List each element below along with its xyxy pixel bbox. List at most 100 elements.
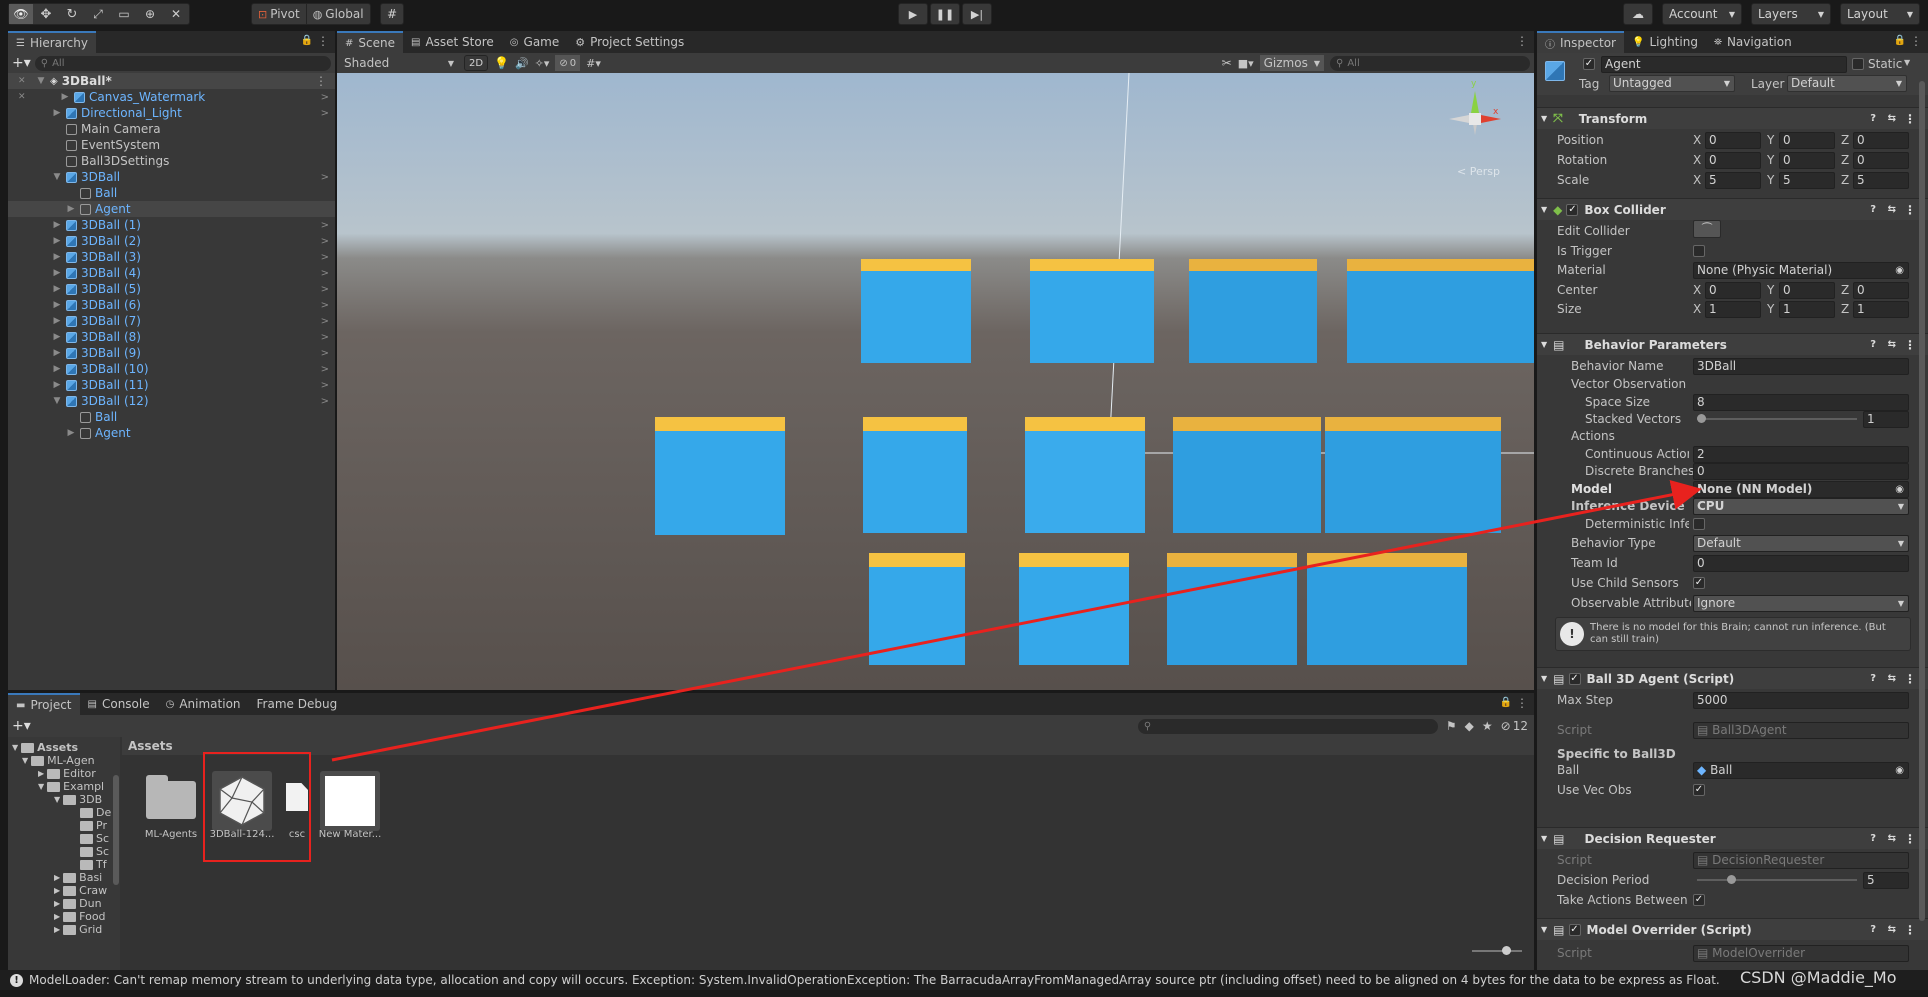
team-id-field[interactable]: 0	[1693, 555, 1909, 572]
hierarchy-item[interactable]: ▼ 3DBall >	[8, 169, 335, 185]
shading-dropdown[interactable]: Shaded ▼	[340, 56, 458, 70]
tree-item[interactable]: ▶ Editor	[8, 767, 120, 780]
chevron-right-icon[interactable]: >	[321, 300, 329, 311]
edit-collider-button[interactable]: ⏜	[1693, 220, 1721, 238]
more-menu-icon[interactable]: ⋮	[1904, 832, 1916, 846]
enabled-checkbox[interactable]: ✓	[1566, 203, 1579, 216]
hierarchy-item[interactable]: Ball3DSettings	[8, 153, 335, 169]
tree-item[interactable]: ▶ Grid	[8, 923, 120, 936]
scene-root[interactable]: ✕ ▼ ◈ 3DBall* ⋮	[8, 73, 335, 89]
more-menu-icon[interactable]: ⋮	[1910, 34, 1922, 48]
expand-arrow-icon[interactable]: ▼	[22, 756, 28, 765]
use-vec-obs-checkbox[interactable]: ✓	[1693, 784, 1705, 796]
decision-period-slider[interactable]	[1697, 875, 1857, 884]
label-icon[interactable]: ◆	[1465, 719, 1474, 733]
decision-period-field[interactable]: 5	[1863, 872, 1909, 889]
scene-search-input[interactable]: ⚲ All	[1330, 55, 1530, 71]
scale-tool-icon[interactable]: ⤢	[85, 4, 111, 24]
account-dropdown[interactable]: Account ▼	[1662, 3, 1742, 25]
expand-arrow-icon[interactable]: ▶	[54, 925, 60, 934]
tab-scene[interactable]: # Scene	[337, 31, 403, 53]
tab-lighting[interactable]: 💡 Lighting	[1624, 31, 1706, 53]
help-icon[interactable]: ?	[1870, 673, 1876, 684]
tab-project-settings[interactable]: ⚙ Project Settings	[567, 31, 692, 53]
enabled-checkbox[interactable]: ✓	[1568, 923, 1581, 936]
tab-hierarchy[interactable]: ☰ Hierarchy	[8, 31, 96, 53]
preset-icon[interactable]: ⇆	[1888, 113, 1896, 124]
tree-item[interactable]: Sc	[8, 832, 120, 845]
expand-arrow-icon[interactable]: ▼	[52, 396, 62, 406]
use-child-sensors-checkbox[interactable]: ✓	[1693, 577, 1705, 589]
project-search-input[interactable]: ⚲	[1137, 718, 1438, 734]
behavior-name-field[interactable]: 3DBall	[1693, 358, 1909, 375]
deterministic-checkbox[interactable]	[1693, 518, 1705, 530]
pickable-icon[interactable]: ✕	[18, 92, 32, 102]
more-menu-icon[interactable]: ⋮	[1904, 923, 1916, 937]
space-size-field[interactable]: 8	[1693, 394, 1909, 411]
hierarchy-item[interactable]: ▶ 3DBall (4) >	[8, 265, 335, 281]
tab-console[interactable]: ▤ Console	[80, 693, 158, 715]
chevron-right-icon[interactable]: >	[321, 108, 329, 119]
chevron-right-icon[interactable]: >	[321, 332, 329, 343]
zoom-slider-thumb[interactable]	[1502, 946, 1511, 955]
expand-arrow-icon[interactable]: ▶	[54, 912, 60, 921]
hierarchy-item[interactable]: ▶ 3DBall (1) >	[8, 217, 335, 233]
behavior-parameters-header[interactable]: ▼ ▤ Behavior Parameters ? ⇆ ⋮	[1537, 333, 1928, 355]
lighting-toggle-icon[interactable]: 💡	[494, 56, 509, 70]
tree-item[interactable]: ▶ Basi	[8, 871, 120, 884]
cloud-button[interactable]: ☁	[1623, 3, 1653, 25]
hierarchy-item[interactable]: ▶ 3DBall (8) >	[8, 329, 335, 345]
agent-cube[interactable]	[1167, 553, 1297, 665]
star-icon[interactable]: ★	[1482, 719, 1493, 733]
scene-viewport[interactable]: y x < Persp	[337, 73, 1534, 690]
layers-dropdown[interactable]: Layers ▼	[1751, 3, 1831, 25]
active-checkbox[interactable]: ✓	[1583, 58, 1595, 70]
rotate-tool-icon[interactable]: ↻	[59, 4, 85, 24]
expand-arrow-icon[interactable]: ▶	[52, 284, 62, 294]
hierarchy-item[interactable]: ▶ 3DBall (10) >	[8, 361, 335, 377]
grid-toggle-icon[interactable]: #▾	[586, 57, 601, 70]
object-name-field[interactable]: Agent	[1601, 56, 1847, 73]
help-icon[interactable]: ?	[1870, 339, 1876, 350]
object-picker-icon[interactable]: ◉	[1895, 263, 1904, 278]
asset-tile-material[interactable]	[320, 771, 380, 831]
asset-tile-folder[interactable]	[146, 775, 196, 819]
tab-asset-store[interactable]: ▤ Asset Store	[403, 31, 502, 53]
audio-toggle-icon[interactable]: 🔊	[515, 57, 529, 70]
agent-cube[interactable]	[1173, 417, 1321, 533]
chevron-right-icon[interactable]: >	[321, 220, 329, 231]
transform-header[interactable]: ▼ ⤧ Transform ? ⇆ ⋮	[1537, 107, 1928, 129]
hierarchy-item[interactable]: EventSystem	[8, 137, 335, 153]
preset-icon[interactable]: ⇆	[1888, 339, 1896, 350]
help-icon[interactable]: ?	[1870, 924, 1876, 935]
expand-arrow-icon[interactable]: ▶	[66, 428, 76, 438]
chevron-right-icon[interactable]: >	[321, 316, 329, 327]
expand-arrow-icon[interactable]: ▼	[1541, 834, 1547, 843]
create-button[interactable]: +▾	[12, 55, 31, 71]
slider-thumb[interactable]	[1697, 414, 1706, 423]
expand-arrow-icon[interactable]: ▶	[52, 268, 62, 278]
agent-cube[interactable]	[869, 553, 965, 665]
agent-cube[interactable]	[1307, 553, 1467, 665]
expand-arrow-icon[interactable]: ▶	[52, 380, 62, 390]
hierarchy-item[interactable]: ▶ 3DBall (3) >	[8, 249, 335, 265]
hierarchy-item[interactable]: Ball	[8, 409, 335, 425]
rotation-x[interactable]: 0	[1705, 152, 1761, 169]
more-menu-icon[interactable]: ⋮	[1904, 338, 1916, 352]
expand-arrow-icon[interactable]: ▼	[1541, 114, 1547, 123]
more-menu-icon[interactable]: ⋮	[317, 34, 329, 48]
tree-item[interactable]: ▶ Craw	[8, 884, 120, 897]
expand-arrow-icon[interactable]: ▶	[52, 252, 62, 262]
position-z[interactable]: 0	[1853, 132, 1909, 149]
expand-arrow-icon[interactable]: ▼	[38, 782, 44, 791]
agent-cube[interactable]	[1347, 259, 1534, 363]
expand-arrow-icon[interactable]: ▼	[1541, 925, 1547, 934]
tree-item[interactable]: Tf	[8, 858, 120, 871]
tree-scrollbar[interactable]	[113, 775, 119, 885]
material-field[interactable]: None (Physic Material) ◉	[1693, 262, 1909, 279]
continuous-actions-field[interactable]: 2	[1693, 446, 1909, 463]
position-x[interactable]: 0	[1705, 132, 1761, 149]
lock-icon[interactable]: 🔒	[1500, 697, 1512, 708]
inspector-scrollbar[interactable]	[1919, 81, 1925, 921]
play-button[interactable]: ▶	[898, 3, 928, 25]
